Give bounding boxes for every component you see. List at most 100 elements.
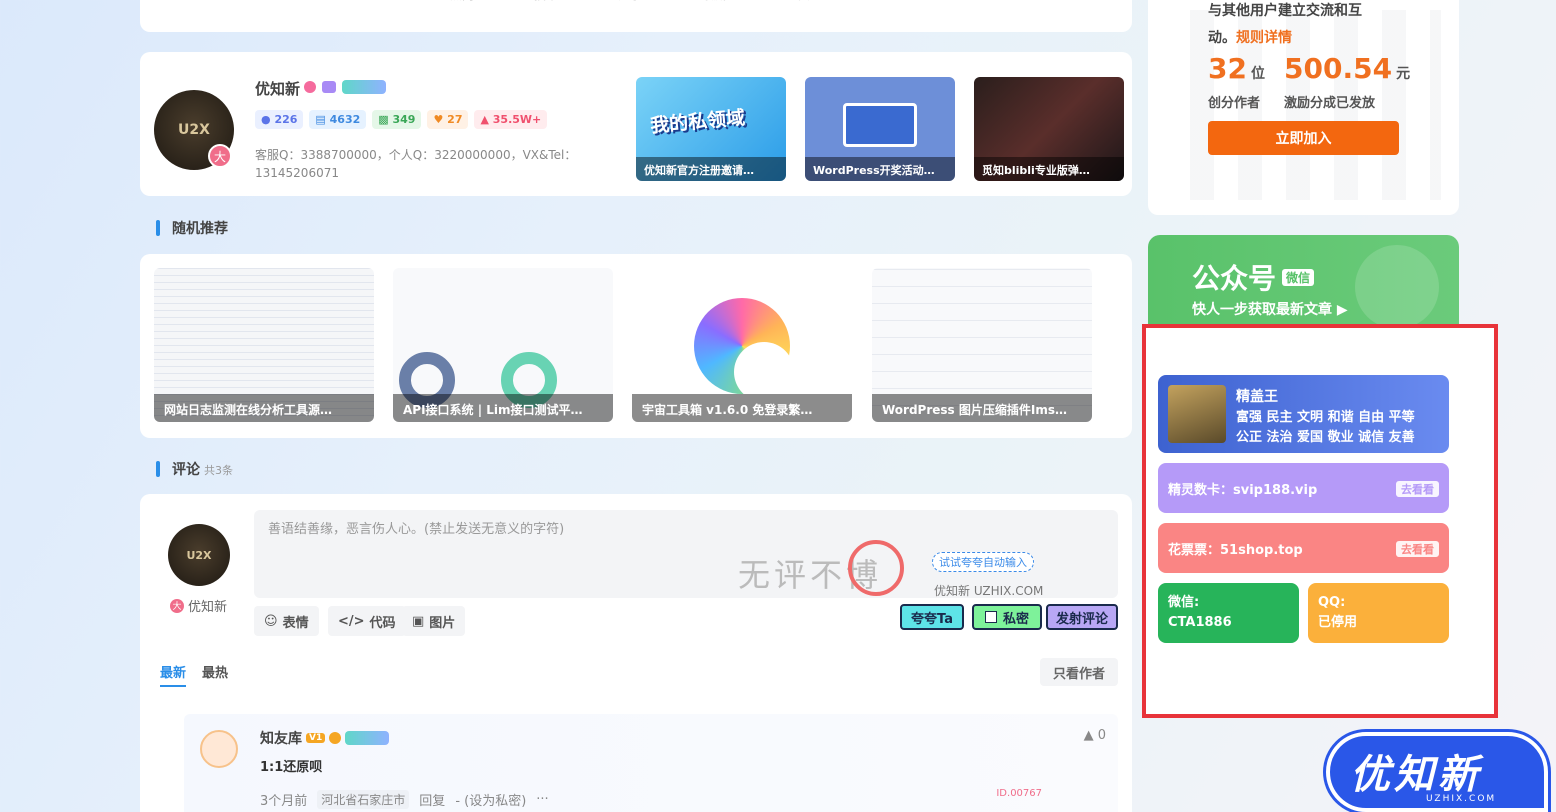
stamp-circle-icon [848, 540, 904, 596]
author-name[interactable]: 优知新 [255, 78, 300, 99]
author-post-thumb[interactable]: 觅知blibli专业版弹… [974, 77, 1124, 181]
thumb-caption: WordPress 图片压缩插件Ims… [872, 394, 1092, 422]
commenter-name-text[interactable]: 知友库 [260, 728, 302, 748]
ad-card-shop[interactable]: 花票票：51shop.top 去看看 [1158, 523, 1449, 573]
tab-latest[interactable]: 最新 [160, 662, 187, 687]
logo-subtext: UZHIX.COM [1426, 794, 1497, 804]
submit-comment-button[interactable]: 发射评论 [1046, 604, 1118, 630]
comment-id: ID.00767 [996, 788, 1042, 799]
private-label: 私密 [1002, 611, 1029, 627]
logo-text: 优知新 [1350, 752, 1482, 798]
reply-button[interactable]: 回复 [419, 790, 445, 809]
comment-time: 3个月前 [260, 794, 308, 809]
random-post-thumb[interactable]: 网站日志监测在线分析工具源… [154, 268, 374, 422]
private-toggle[interactable]: 私密 [972, 604, 1042, 630]
random-post-thumb[interactable]: 宇宙工具箱 v1.6.0 免登录繁… [632, 268, 852, 422]
author-badge: 大 [208, 144, 232, 168]
comment-tabs: 最新 最热 [160, 662, 228, 687]
author-count: 32 位 [1208, 52, 1265, 85]
thumb-caption: 优知新官方注册邀请… [636, 157, 786, 181]
wechat-tag: 微信 [1282, 268, 1315, 286]
code-icon: </> [338, 613, 365, 629]
author-post-thumb[interactable]: 我的私领域 优知新官方注册邀请… [636, 77, 786, 181]
ad-card-shuka[interactable]: 精灵数卡：svip188.vip 去看看 [1158, 463, 1449, 513]
stat-value: 4632 [329, 113, 361, 126]
payout-amount: 500.54 元 [1284, 52, 1410, 85]
nav-item[interactable]: 热门 [450, 0, 474, 3]
set-private-button[interactable]: - (设为私密) [455, 790, 526, 809]
checkbox-icon [984, 611, 997, 623]
hero-line: 公正 法治 爱国 敬业 诚信 友善 [1236, 430, 1415, 445]
medal-icon [304, 81, 316, 93]
author-desc: 客服Q：3388700000，个人Q：3220000000，VX&Tel：131… [255, 148, 577, 180]
nav-item[interactable]: 分享 [618, 0, 642, 3]
go-see-button[interactable]: 去看看 [1396, 481, 1439, 497]
commenter-name: 知友库 V1 [260, 728, 390, 748]
join-button[interactable]: 立即加入 [1208, 121, 1399, 155]
my-name-text: 优知新 [188, 600, 228, 615]
image-button[interactable]: ▣ 图片 [402, 606, 466, 636]
thumb-caption: 宇宙工具箱 v1.6.0 免登录繁… [632, 394, 852, 422]
medal-icon [345, 731, 390, 745]
tab-hot[interactable]: 最热 [202, 662, 228, 687]
amount-value: 500.54 [1284, 52, 1393, 85]
wechat-title: 公众号 微信 [1192, 257, 1315, 297]
random-card: 网站日志监测在线分析工具源… API接口系统 | Lim接口测试平… 宇宙工具箱… [140, 254, 1132, 438]
promo-card: 与其他用户建立交流和互 动。规则详情 32 位 500.54 元 创分作者 激励分成… [1148, 0, 1459, 215]
section-title-text: 评论 [172, 462, 200, 478]
portrait-image [1168, 385, 1226, 443]
promo-line: 动。 [1208, 30, 1236, 46]
author-post-thumb[interactable]: WordPress开奖活动… [805, 77, 955, 181]
nav-row: 热门 技术 分享 收藏 打赏 [450, 0, 810, 3]
comment-item: 知友库 V1 1:1还原呗 3个月前 河北省石家庄市 回复 - (设为私密) ··… [184, 714, 1118, 812]
more-button[interactable]: ··· [536, 792, 548, 807]
plugin-icon [843, 103, 917, 147]
comment-input[interactable]: 善语结善缘，恶言伤人心。(禁止发送无意义的字符) 无评不博 试试夸夸自动输入 优… [254, 510, 1118, 598]
ad-card-wechat[interactable]: 微信: CTA1886 [1158, 583, 1299, 643]
promo-line: 与其他用户建立交流和互 [1208, 3, 1362, 19]
code-label: 代码 [369, 615, 396, 631]
praise-button[interactable]: 夸夸Ta [900, 604, 964, 630]
comment-count: 共3条 [204, 464, 233, 477]
emoji-button[interactable]: ☺ 表情 [254, 606, 319, 636]
thumb-caption: WordPress开奖活动… [805, 157, 955, 181]
stat-comments: ● 226 [255, 110, 304, 129]
random-post-thumb[interactable]: WordPress 图片压缩插件Ims… [872, 268, 1092, 422]
nav-item[interactable]: 技术 [534, 0, 558, 3]
avatar-text: U2X [186, 548, 212, 562]
go-see-button[interactable]: 去看看 [1396, 541, 1439, 557]
ad-line: CTA1886 [1168, 615, 1232, 630]
amount-label: 激励分成已发放 [1284, 96, 1376, 111]
stat-replies: ▩ 349 [372, 110, 422, 129]
wechat-title-text: 公众号 [1192, 262, 1277, 295]
nav-item[interactable]: 收藏 [702, 0, 726, 3]
comment-placeholder: 善语结善缘，恶言伤人心。(禁止发送无意义的字符) [268, 522, 565, 537]
author-stats: ● 226 ▤ 4632 ▩ 349 ♥ 27 ▲ 35.5W+ [255, 110, 548, 129]
like-button[interactable]: ▲ 0 [1084, 728, 1106, 743]
ad-label: 花票票：51shop.top [1168, 542, 1303, 558]
promo-text: 与其他用户建立交流和互 动。规则详情 [1208, 0, 1362, 52]
count-unit: 位 [1250, 66, 1265, 82]
comment-location: 河北省石家庄市 [317, 790, 410, 809]
count-label: 创分作者 [1208, 96, 1261, 111]
ad-label: 精灵数卡：svip188.vip [1168, 482, 1318, 498]
count-value: 32 [1208, 52, 1247, 85]
stat-value: 27 [447, 113, 463, 126]
nav-item[interactable]: 打赏 [786, 0, 810, 3]
ad-line: QQ: [1318, 595, 1346, 610]
only-author-button[interactable]: 只看作者 [1040, 658, 1118, 686]
user-badge: 大 [170, 598, 184, 613]
code-button[interactable]: </> 代码 [328, 606, 406, 636]
random-post-thumb[interactable]: API接口系统 | Lim接口测试平… [393, 268, 613, 422]
praise-tip[interactable]: 试试夸夸自动输入 [932, 552, 1034, 572]
commenter-avatar[interactable] [200, 730, 238, 768]
wechat-subtitle: 快人一步获取最新文章 ▶ [1192, 302, 1348, 318]
level-badge: V1 [306, 733, 326, 743]
rule-link[interactable]: 规则详情 [1236, 30, 1292, 46]
ad-line: 已停用 [1318, 615, 1358, 630]
stat-value: 226 [274, 113, 298, 126]
ad-card-qq[interactable]: QQ: 已停用 [1308, 583, 1449, 643]
avatar-text: U2X [178, 122, 210, 138]
hero-ad[interactable]: 精盖王 富强 民主 文明 和谐 自由 平等 公正 法治 爱国 敬业 诚信 友善 [1158, 375, 1449, 453]
site-logo: 优知新 UZHIX.COM [1326, 732, 1548, 812]
